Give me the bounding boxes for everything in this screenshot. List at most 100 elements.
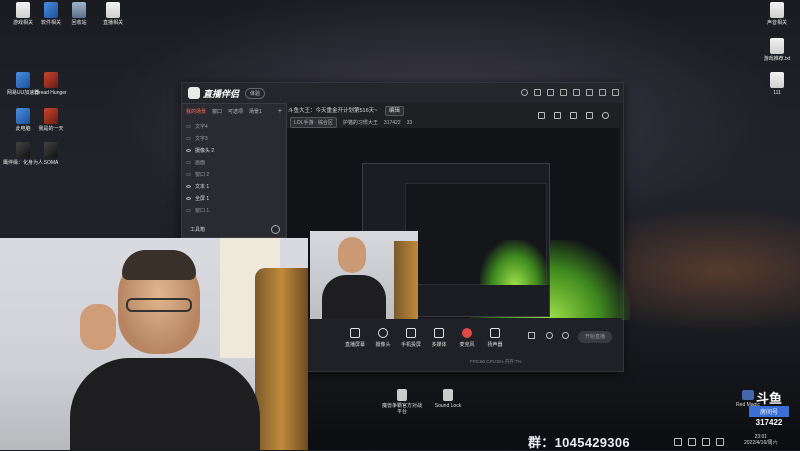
eye-icon[interactable] <box>186 196 191 200</box>
clock-date: 2022/4/16/周六 <box>744 440 778 446</box>
bell-icon[interactable] <box>586 112 593 119</box>
room-title: 斗鱼大王：今天重金开计划第516天~ <box>288 108 378 114</box>
app-titlebar: 直播伴侣 体验 <box>182 83 623 103</box>
app-logo-icon <box>188 87 200 99</box>
room-number-overlay: 斗鱼 房间号 317422 <box>749 391 789 427</box>
avatar-icon[interactable] <box>521 89 528 96</box>
lock-icon[interactable] <box>538 112 545 119</box>
camera-icon <box>378 328 388 338</box>
desktop-icon-game2[interactable]: 我是的一天 <box>28 108 74 132</box>
chevron-up-icon[interactable] <box>674 438 682 446</box>
game-icon <box>44 72 58 88</box>
add-scene-icon[interactable]: + <box>278 108 282 115</box>
tab-my-scenes[interactable]: 我的场景 <box>186 108 206 115</box>
lock-icon <box>443 389 453 401</box>
source-item[interactable]: 全屏 1 <box>186 193 284 203</box>
eye-icon[interactable] <box>186 136 191 140</box>
source-item[interactable]: 画面 <box>186 157 284 167</box>
record-icon[interactable] <box>570 112 577 119</box>
close-icon[interactable] <box>612 89 619 96</box>
start-stream-button[interactable]: 开始直播 <box>578 331 612 343</box>
source-item[interactable]: 窗口 2 <box>186 169 284 179</box>
douyu-logo: 斗鱼 <box>755 391 782 406</box>
person-hair <box>122 250 196 280</box>
desktop-icon-warcraft[interactable]: 魔兽争霸官方对战平台 <box>382 389 422 415</box>
eye-icon[interactable] <box>186 172 191 176</box>
source-item[interactable]: 文本 1 <box>186 181 284 191</box>
tab-scene1[interactable]: 场景1 <box>249 108 262 115</box>
person-hand <box>80 304 116 350</box>
streamer-name: 护猫的习惯大王 <box>342 120 378 126</box>
tool-media-button[interactable]: 多媒体 <box>424 328 454 348</box>
text-file-icon <box>770 72 784 88</box>
source-item[interactable]: 文字4 <box>186 121 284 131</box>
gaming-chair <box>255 268 308 450</box>
version-badge[interactable]: 体验 <box>245 88 266 99</box>
tab-window[interactable]: 窗口 <box>212 108 222 115</box>
tool-speaker-button[interactable]: 扬声器 <box>480 328 510 348</box>
scene-tabs: 我的场景 窗口 可选项 场景1 + <box>182 104 286 119</box>
screen-icon <box>350 328 360 338</box>
tab-options[interactable]: 可选项 <box>228 108 243 115</box>
tool-phone-cast-button[interactable]: 手机投屏 <box>396 328 426 348</box>
eye-icon[interactable] <box>186 124 191 128</box>
room-info-row: LOL手游 · 综合区 护猫的习惯大王 317422 33 <box>290 117 412 128</box>
settings-icon[interactable] <box>560 89 567 96</box>
desktop-icon-soma[interactable]: SOMA <box>28 142 74 166</box>
minimize-icon[interactable] <box>586 89 593 96</box>
webcam-feed <box>0 238 308 450</box>
text-file-icon <box>770 38 784 54</box>
eye-icon[interactable] <box>186 208 191 212</box>
desktop-icon-streaming[interactable]: 直播相关 <box>90 2 136 26</box>
toolbox-label[interactable]: 工具箱 <box>190 226 205 233</box>
desktop-icon-sound-lock[interactable]: Sound Lock <box>428 389 468 415</box>
toolbox-settings-icon[interactable] <box>271 225 280 234</box>
tool-camera-button[interactable]: 摄像头 <box>368 328 398 348</box>
room-action-icons <box>538 112 609 119</box>
taskbar-clock[interactable]: 23:01 2022/4/16/周六 <box>744 434 778 446</box>
menu-icon[interactable] <box>573 89 580 96</box>
eye-icon[interactable] <box>186 160 191 164</box>
eye-icon[interactable] <box>186 184 191 188</box>
tool-microphone-button[interactable]: 麦克风 <box>452 328 482 348</box>
game-icon <box>44 108 58 124</box>
ime-icon[interactable] <box>716 438 724 446</box>
volume-icon[interactable] <box>702 438 710 446</box>
tool-screen-button[interactable]: 直播屏幕 <box>340 328 370 348</box>
preview-webcam <box>310 231 418 319</box>
video-icon[interactable] <box>528 332 535 339</box>
category-chip[interactable]: LOL手游 · 综合区 <box>290 117 337 128</box>
network-icon[interactable] <box>688 438 696 446</box>
desktop-icon-game-recommend[interactable]: 游戏推荐.txt <box>754 38 800 62</box>
recycle-bin-icon <box>72 2 86 18</box>
app-title: 直播伴侣 <box>203 89 240 99</box>
scene-panel: 我的场景 窗口 可选项 场景1 + 文字4 文字3 摄像头 2 画面 窗口 2 … <box>181 103 287 238</box>
share-icon[interactable] <box>602 112 609 119</box>
system-tray <box>674 438 724 446</box>
source-item[interactable]: 摄像头 2 <box>186 145 284 155</box>
folder-icon <box>106 2 120 18</box>
share-screen-icon[interactable] <box>554 112 561 119</box>
edit-room-button[interactable]: 编辑 <box>384 106 404 116</box>
eye-icon[interactable] <box>186 148 191 152</box>
person-glasses <box>126 298 192 312</box>
gift-icon[interactable] <box>547 89 554 96</box>
media-icon <box>434 328 444 338</box>
gear-icon[interactable] <box>562 332 569 339</box>
game-icon <box>397 389 407 401</box>
folder-icon <box>770 2 784 18</box>
info-icon[interactable] <box>546 332 553 339</box>
group-number-overlay: 群：1045429306 <box>528 435 630 450</box>
preview-face <box>338 237 366 273</box>
source-item[interactable]: 文字3 <box>186 133 284 143</box>
desktop-icon-111[interactable]: 111 <box>754 72 800 96</box>
message-icon[interactable] <box>534 89 541 96</box>
nested-tent-glow <box>480 240 550 285</box>
desktop-icon-dread-hunger[interactable]: Dread Hunger <box>28 72 74 96</box>
desktop-icon-sound[interactable]: 声音相关 <box>754 2 800 26</box>
source-item[interactable]: 窗口 1 <box>186 205 284 215</box>
maximize-icon[interactable] <box>599 89 606 96</box>
room-id: 317422 <box>383 119 401 126</box>
room-number: 317422 <box>755 418 783 427</box>
preview-chair <box>394 241 418 319</box>
